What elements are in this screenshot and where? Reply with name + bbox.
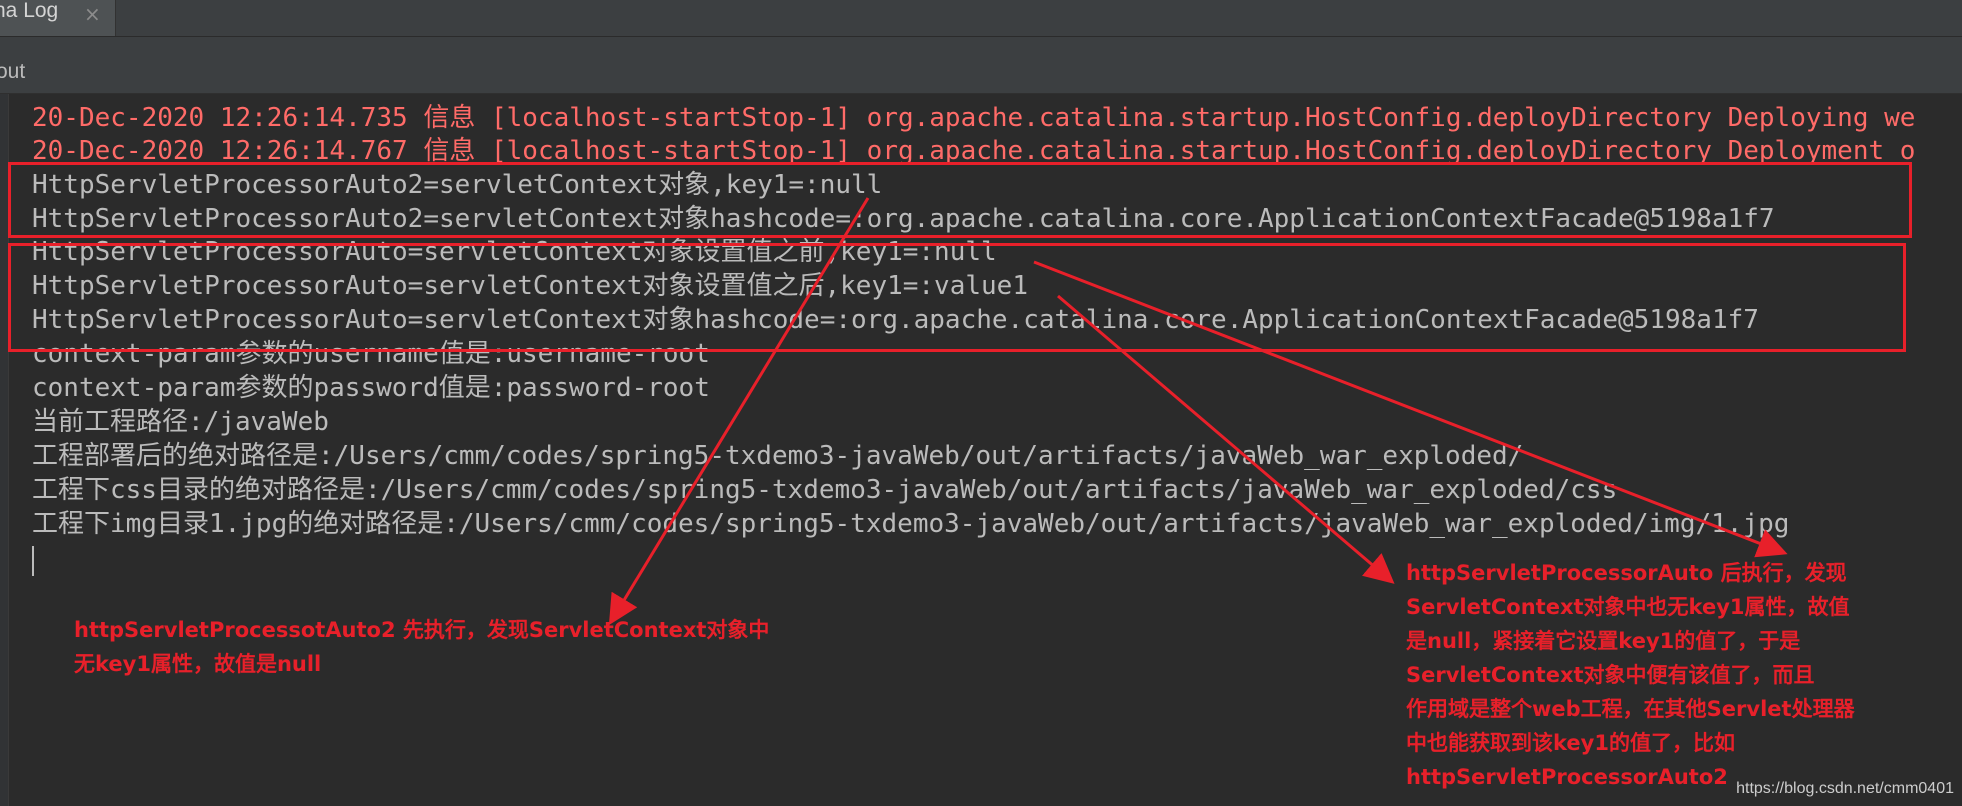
- annotation-left: httpServletProcessotAuto2 先执行，发现ServletC…: [74, 618, 770, 676]
- arrow-to-right-note: [1057, 294, 1395, 584]
- arrow-to-left-note: [608, 197, 870, 626]
- annotation-right: httpServletProcessorAuto 后执行，发现 ServletC…: [1406, 561, 1855, 789]
- watermark: https://blog.csdn.net/cmm0401: [1736, 780, 1954, 797]
- arrow-to-right-note-top: [1033, 260, 1788, 558]
